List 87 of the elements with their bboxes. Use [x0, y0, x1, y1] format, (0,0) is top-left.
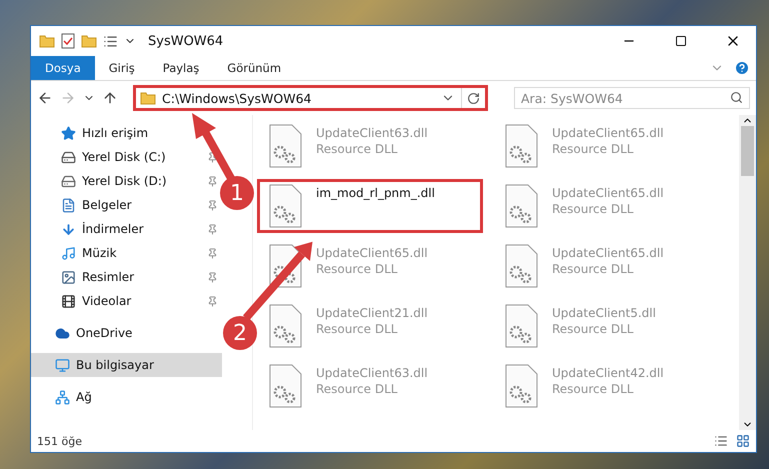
file-name: UpdateClient65.dll [552, 186, 664, 200]
file-type: Resource DLL [552, 202, 634, 216]
sidebar-label: Videolar [82, 294, 132, 308]
download-icon [61, 222, 76, 236]
dll-file-icon [268, 304, 302, 348]
cloud-icon [55, 326, 70, 340]
sidebar-label: Yerel Disk (D:) [82, 174, 168, 188]
details-view-icon[interactable] [714, 434, 728, 448]
drive-icon [61, 174, 76, 188]
item-count: 151 öğe [37, 434, 83, 448]
sidebar-label: Bu bilgisayar [76, 358, 155, 372]
file-type: Resource DLL [552, 322, 634, 336]
sidebar-item[interactable]: Müzik [31, 241, 222, 265]
properties-icon[interactable] [103, 34, 118, 48]
folder-icon[interactable] [81, 34, 97, 48]
file-name: UpdateClient63.dll [316, 366, 428, 380]
sidebar-label: Müzik [82, 246, 118, 260]
sidebar-item[interactable]: Ağ [31, 385, 222, 409]
sidebar-item[interactable]: Videolar [31, 289, 222, 313]
dll-file-icon [504, 364, 538, 408]
file-type: Resource DLL [316, 322, 398, 336]
dll-file-icon [268, 364, 302, 408]
music-note-icon [61, 246, 76, 260]
file-name: UpdateClient42.dll [552, 366, 664, 380]
picture-icon [61, 270, 76, 284]
file-type: Resource DLL [552, 262, 634, 276]
sidebar-label: Belgeler [82, 198, 133, 212]
file-type: Resource DLL [316, 142, 398, 156]
address-path: C:\Windows\SysWOW64 [162, 90, 312, 106]
ribbon-tab[interactable]: Paylaş [148, 56, 214, 80]
search-icon[interactable] [730, 91, 743, 104]
file-name: im_mod_rl_pnm_.dll [316, 186, 435, 200]
file-item[interactable]: im_mod_rl_pnm_.dll [257, 179, 483, 233]
file-name: UpdateClient21.dll [316, 306, 428, 320]
film-icon [61, 294, 76, 308]
file-name: UpdateClient65.dll [316, 246, 428, 260]
window-title: SysWOW64 [148, 34, 224, 48]
up-button[interactable] [102, 90, 118, 106]
ribbon-tab[interactable]: Giriş [94, 56, 149, 80]
file-name: UpdateClient65.dll [552, 246, 664, 260]
back-button[interactable] [37, 90, 53, 106]
sidebar-label: İndirmeler [82, 222, 145, 236]
folder-icon [140, 91, 156, 105]
monitor-icon [55, 358, 70, 372]
star-icon [61, 126, 76, 140]
dll-file-icon [504, 124, 538, 168]
dll-file-icon [504, 304, 538, 348]
file-type: Resource DLL [316, 382, 398, 396]
refresh-icon [467, 92, 480, 104]
network-icon [55, 390, 70, 404]
folder-icon [39, 34, 55, 48]
sidebar-item[interactable]: Yerel Disk (C:) [31, 145, 222, 169]
address-bar[interactable]: C:\Windows\SysWOW64 [133, 85, 488, 111]
maximize-icon [675, 35, 687, 47]
sidebar-item[interactable]: Bu bilgisayar [31, 353, 222, 377]
dll-file-icon [504, 184, 538, 228]
file-type: Resource DLL [552, 382, 634, 396]
help-icon[interactable] [734, 60, 750, 76]
file-name: UpdateClient65.dll [552, 126, 664, 140]
sidebar-item[interactable]: Yerel Disk (D:) [31, 169, 222, 193]
sidebar-label: Yerel Disk (C:) [82, 150, 167, 164]
document-icon [61, 198, 76, 212]
checklist-icon[interactable] [61, 33, 75, 49]
dll-file-icon [268, 184, 302, 228]
sidebar-label: Resimler [82, 270, 136, 284]
sidebar-label: Ağ [76, 390, 93, 404]
file-name: UpdateClient5.dll [552, 306, 656, 320]
sidebar-item[interactable]: Hızlı erişim [31, 121, 222, 145]
dll-file-icon [268, 124, 302, 168]
callout-arrow [192, 113, 236, 182]
sidebar-label: OneDrive [76, 326, 134, 340]
drive-icon [61, 150, 76, 164]
sidebar-label: Hızlı erişim [82, 126, 150, 140]
sidebar-item[interactable]: Belgeler [31, 193, 222, 217]
sidebar-item[interactable]: İndirmeler [31, 217, 222, 241]
file-type: Resource DLL [316, 262, 398, 276]
large-icons-view-icon[interactable] [736, 434, 750, 448]
search-field[interactable]: Ara: SysWOW64 [514, 87, 750, 109]
dll-file-icon [504, 244, 538, 288]
sidebar-item[interactable]: OneDrive [31, 321, 222, 345]
ribbon-tab[interactable]: Dosya [31, 56, 95, 80]
scrollbar[interactable] [739, 115, 756, 430]
file-type: Resource DLL [552, 142, 634, 156]
file-name: UpdateClient63.dll [316, 126, 428, 140]
sidebar-item[interactable]: Resimler [31, 265, 222, 289]
scrollbar-thumb[interactable] [741, 126, 754, 176]
ribbon-tab[interactable]: Görünüm [213, 56, 296, 80]
